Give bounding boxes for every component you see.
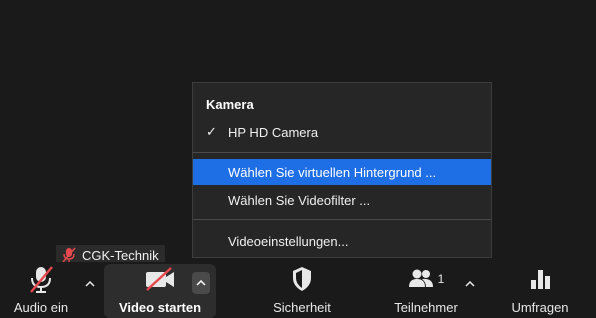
checkmark-icon: ✓ xyxy=(206,124,217,139)
menu-divider xyxy=(193,219,491,220)
muted-mic-icon xyxy=(30,266,53,293)
polls-button-label: Umfragen xyxy=(511,300,569,315)
participants-options-caret[interactable] xyxy=(462,274,478,294)
muted-mic-icon xyxy=(62,247,76,263)
camera-menu: Kamera ✓ HP HD Camera Wählen Sie virtuel… xyxy=(192,82,492,258)
audio-button-label: Audio ein xyxy=(13,300,69,315)
chevron-up-icon xyxy=(465,281,475,287)
menu-item-video-filter[interactable]: Wählen Sie Videofilter ... xyxy=(193,187,491,213)
video-button-label: Video starten xyxy=(118,300,202,315)
video-options-caret[interactable] xyxy=(192,272,210,294)
chevron-up-icon xyxy=(85,281,95,287)
menu-item-virtual-background[interactable]: Wählen Sie virtuellen Hintergrund ... xyxy=(193,159,491,185)
participants-button-label: Teilnehmer xyxy=(394,300,458,315)
camera-menu-header: Kamera xyxy=(206,97,254,112)
participants-icon xyxy=(408,269,433,287)
menu-divider xyxy=(193,152,491,153)
chevron-up-icon xyxy=(196,280,206,286)
shield-icon xyxy=(293,267,311,291)
bar-chart-icon xyxy=(531,270,550,289)
participants-count: 1 xyxy=(437,272,445,286)
camera-name: HP HD Camera xyxy=(228,124,319,140)
participant-name: CGK-Technik xyxy=(82,247,159,263)
video-off-icon xyxy=(146,267,174,291)
security-button-label: Sicherheit xyxy=(273,300,331,315)
menu-item-video-settings[interactable]: Videoeinstellungen... xyxy=(193,228,491,254)
menu-item-label: Wählen Sie Videofilter ... xyxy=(228,192,371,208)
audio-options-caret[interactable] xyxy=(82,274,98,294)
audio-button[interactable]: Audio ein xyxy=(6,264,76,318)
polls-button[interactable]: Umfragen xyxy=(500,264,580,318)
security-button[interactable]: Sicherheit xyxy=(262,264,342,318)
participants-button[interactable]: 1 Teilnehmer xyxy=(376,264,476,318)
menu-item-label: Videoeinstellungen... xyxy=(228,233,349,249)
menu-item-camera[interactable]: ✓ HP HD Camera xyxy=(193,119,491,145)
menu-item-label: Wählen Sie virtuellen Hintergrund ... xyxy=(228,164,437,180)
meeting-toolbar: Audio ein Video starten Sicherheit 1 Tei… xyxy=(0,262,596,318)
